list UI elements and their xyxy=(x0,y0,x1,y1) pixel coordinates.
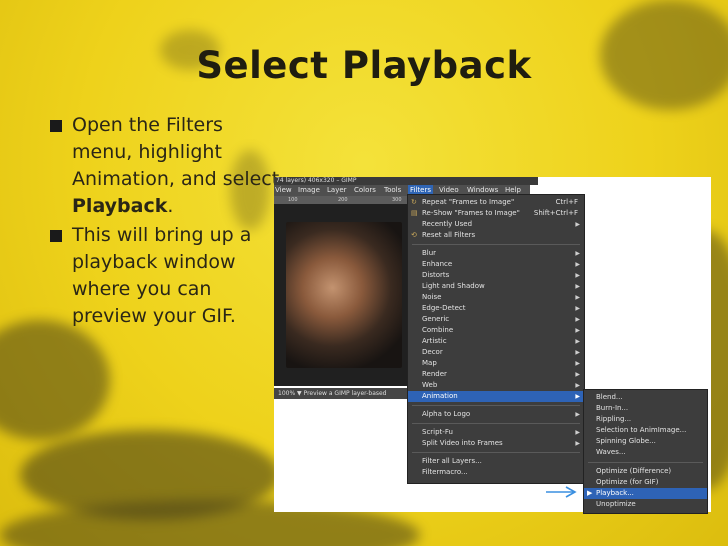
reshow-icon: ▤ xyxy=(411,209,418,217)
menu-layer[interactable]: Layer xyxy=(327,185,347,196)
submenu-arrow-icon: ▶ xyxy=(575,283,580,290)
menu-separator xyxy=(412,405,580,406)
submenu-arrow-icon: ▶ xyxy=(575,440,580,447)
menu-item-combine[interactable]: Combine ▶ xyxy=(408,325,584,336)
menu-item-spinning-globe[interactable]: Spinning Globe... xyxy=(584,436,707,447)
horizontal-ruler: 100 200 300 xyxy=(274,196,409,204)
menu-item-generic[interactable]: Generic ▶ xyxy=(408,314,584,325)
menu-item-animation[interactable]: Animation ▶ xyxy=(408,391,584,402)
menu-tools[interactable]: Tools xyxy=(384,185,401,196)
slide-title: Select Playback xyxy=(196,44,532,87)
submenu-arrow-icon: ▶ xyxy=(575,294,580,301)
submenu-arrow-icon: ▶ xyxy=(575,250,580,257)
menu-item-map[interactable]: Map ▶ xyxy=(408,358,584,369)
submenu-arrow-icon: ▶ xyxy=(575,382,580,389)
menu-item-enhance[interactable]: Enhance ▶ xyxy=(408,259,584,270)
menu-view[interactable]: View xyxy=(275,185,292,196)
repeat-icon: ↻ xyxy=(411,198,417,206)
status-bar: 100% ▼ Preview a GIMP layer-based xyxy=(274,388,413,399)
menu-item-distorts[interactable]: Distorts ▶ xyxy=(408,270,584,281)
menu-item-optimize-gif[interactable]: Optimize (for GIF) xyxy=(584,477,707,488)
menu-item-filter-all-layers[interactable]: Filter all Layers... xyxy=(408,456,584,467)
menu-item-blur[interactable]: Blur ▶ xyxy=(408,248,584,259)
menu-colors[interactable]: Colors xyxy=(354,185,376,196)
reset-icon: ⟲ xyxy=(411,231,417,239)
menu-separator xyxy=(412,423,580,424)
menu-item-unoptimize[interactable]: Unoptimize xyxy=(584,499,707,510)
submenu-arrow-icon: ▶ xyxy=(575,349,580,356)
submenu-arrow-icon: ▶ xyxy=(575,221,580,228)
menu-item-web[interactable]: Web ▶ xyxy=(408,380,584,391)
menu-item-script-fu[interactable]: Script-Fu ▶ xyxy=(408,427,584,438)
menu-item-noise[interactable]: Noise ▶ xyxy=(408,292,584,303)
video-frame-image xyxy=(286,222,402,368)
submenu-arrow-icon: ▶ xyxy=(575,411,580,418)
menu-item-light-shadow[interactable]: Light and Shadow ▶ xyxy=(408,281,584,292)
menu-item-recently-used[interactable]: Recently Used ▶ xyxy=(408,219,584,230)
menu-item-optimize-difference[interactable]: Optimize (Difference) xyxy=(584,466,707,477)
bullet-square-icon xyxy=(50,230,62,242)
menu-separator xyxy=(412,452,580,453)
play-icon: ▶ xyxy=(587,489,593,497)
menu-item-decor[interactable]: Decor ▶ xyxy=(408,347,584,358)
gimp-window-title: 74 layers) 406x320 – GIMP xyxy=(274,177,538,185)
menu-item-split-video[interactable]: Split Video into Frames ▶ xyxy=(408,438,584,449)
menu-item-waves[interactable]: Waves... xyxy=(584,447,707,458)
menu-item-artistic[interactable]: Artistic ▶ xyxy=(408,336,584,347)
menu-item-burn-in[interactable]: Burn-In... xyxy=(584,403,707,414)
submenu-arrow-icon: ▶ xyxy=(575,305,580,312)
menu-item-playback[interactable]: ▶ Playback... xyxy=(584,488,707,499)
submenu-arrow-icon: ▶ xyxy=(575,360,580,367)
menu-item-filtermacro[interactable]: Filtermacro... xyxy=(408,467,584,478)
menu-item-selection-to-animimage[interactable]: Selection to AnimImage... xyxy=(584,425,707,436)
submenu-arrow-icon: ▶ xyxy=(575,272,580,279)
submenu-arrow-icon: ▶ xyxy=(575,393,580,400)
pointer-arrow-icon xyxy=(546,486,577,498)
bullet-item: Open the Filters menu, highlight Animati… xyxy=(50,112,280,220)
submenu-arrow-icon: ▶ xyxy=(575,429,580,436)
menu-item-repeat[interactable]: ↻ Repeat "Frames to Image" Ctrl+F xyxy=(408,197,584,208)
menu-item-reshow[interactable]: ▤ Re-Show "Frames to Image" Shift+Ctrl+F xyxy=(408,208,584,219)
bullet-square-icon xyxy=(50,120,62,132)
filters-menu: ↻ Repeat "Frames to Image" Ctrl+F ▤ Re-S… xyxy=(407,194,585,484)
gimp-screenshot: 74 layers) 406x320 – GIMP View Image Lay… xyxy=(274,177,711,514)
animation-submenu: Blend... Burn-In... Rippling... Selectio… xyxy=(583,389,708,514)
menu-item-render[interactable]: Render ▶ xyxy=(408,369,584,380)
menu-image[interactable]: Image xyxy=(298,185,320,196)
image-canvas[interactable] xyxy=(274,204,409,386)
menu-item-blend[interactable]: Blend... xyxy=(584,392,707,403)
menu-item-reset-filters[interactable]: ⟲ Reset all Filters xyxy=(408,230,584,241)
submenu-arrow-icon: ▶ xyxy=(575,261,580,268)
menu-item-edge-detect[interactable]: Edge-Detect ▶ xyxy=(408,303,584,314)
bullet-item: This will bring up a playback window whe… xyxy=(50,222,280,330)
submenu-arrow-icon: ▶ xyxy=(575,327,580,334)
menu-separator xyxy=(588,462,703,463)
menu-item-alpha-to-logo[interactable]: Alpha to Logo ▶ xyxy=(408,409,584,420)
submenu-arrow-icon: ▶ xyxy=(575,338,580,345)
submenu-arrow-icon: ▶ xyxy=(575,371,580,378)
menu-separator xyxy=(412,244,580,245)
menu-item-rippling[interactable]: Rippling... xyxy=(584,414,707,425)
bullet-list: Open the Filters menu, highlight Animati… xyxy=(50,112,280,332)
submenu-arrow-icon: ▶ xyxy=(575,316,580,323)
